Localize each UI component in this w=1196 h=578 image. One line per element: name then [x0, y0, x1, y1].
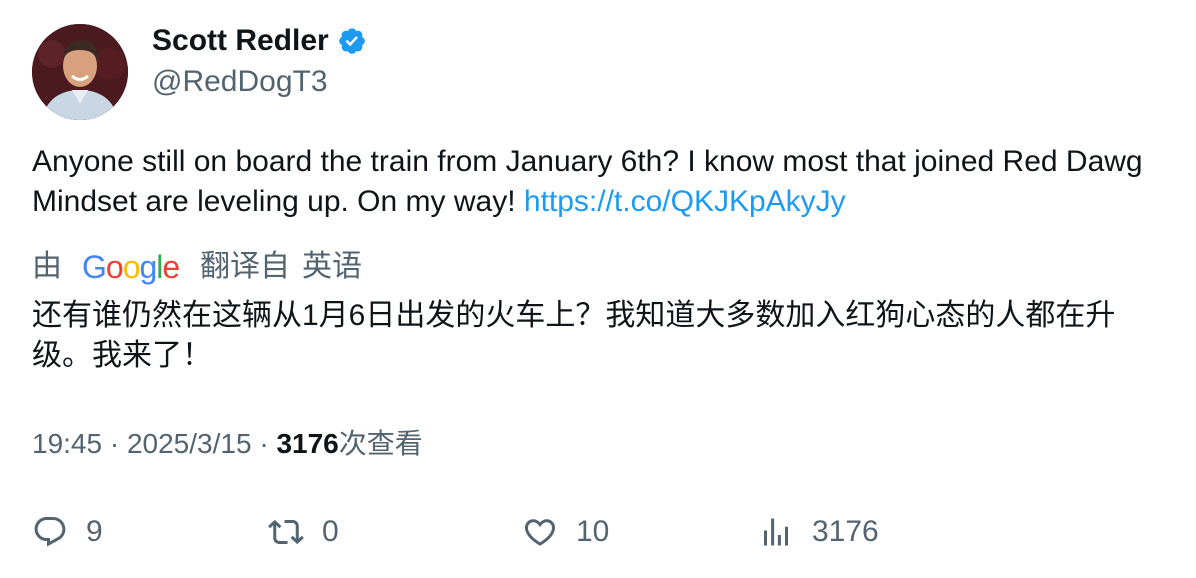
tweet-meta: 19:45 · 2025/3/15 · 3176次查看 — [32, 425, 423, 463]
tweet-text: Anyone still on board the train from Jan… — [32, 142, 1172, 222]
action-bar: 9 0 10 3176 — [32, 510, 1172, 554]
source-language-link[interactable]: 英语 — [302, 248, 362, 286]
author-name[interactable]: Scott Redler — [152, 22, 329, 60]
retweet-count: 0 — [322, 515, 339, 548]
views-count: 3176 — [812, 515, 879, 548]
svg-text:Google: Google — [82, 249, 179, 285]
heart-icon — [524, 519, 556, 546]
views-button[interactable]: 3176 — [758, 510, 879, 554]
translation-attribution: 由 Google 翻译自 英语 — [32, 248, 362, 286]
avatar-photo — [32, 24, 128, 120]
meta-separator: · — [251, 428, 277, 459]
google-logo-icon: Google — [82, 248, 180, 286]
meta-separator: · — [102, 428, 127, 459]
translated-from-label: 翻译自 — [200, 250, 290, 283]
tweet-link[interactable]: https://t.co/QKJKpAkyJy — [524, 185, 846, 218]
translation-by: 由 — [32, 250, 62, 283]
view-count: 3176 — [276, 428, 339, 459]
reply-count: 9 — [86, 515, 103, 548]
retweet-icon — [268, 519, 304, 545]
views-label: 次查看 — [338, 428, 423, 459]
like-count: 10 — [576, 515, 610, 548]
tweet-date[interactable]: 2025/3/15 — [127, 428, 252, 459]
analytics-icon — [764, 518, 788, 546]
verified-badge-icon — [337, 26, 367, 56]
reply-icon — [34, 517, 66, 547]
author-name-row: Scott Redler — [152, 22, 367, 60]
author-handle[interactable]: @RedDogT3 — [152, 64, 328, 100]
translated-text: 还有谁仍然在这辆从1月6日出发的火车上？我知道大多数加入红狗心态的人都在升级。我… — [32, 299, 1116, 372]
like-button[interactable]: 10 — [522, 510, 609, 554]
tweet-time[interactable]: 19:45 — [32, 428, 102, 459]
reply-button[interactable]: 9 — [32, 510, 103, 554]
avatar[interactable] — [32, 24, 128, 120]
retweet-button[interactable]: 0 — [268, 510, 339, 554]
